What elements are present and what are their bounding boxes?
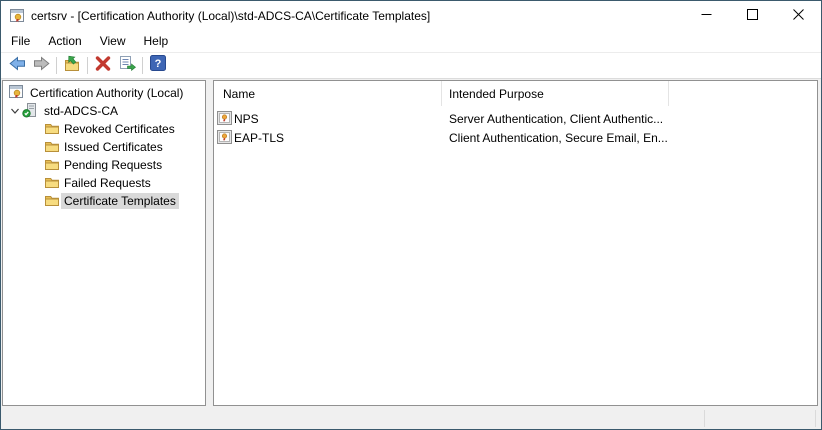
certsrv-icon bbox=[8, 84, 24, 103]
tree-item-label: Issued Certificates bbox=[64, 140, 163, 154]
console-tree: Certification Authority (Local) std-ADCS… bbox=[3, 81, 205, 210]
status-bar bbox=[1, 407, 821, 429]
folder-icon bbox=[44, 140, 60, 154]
certificate-template-icon bbox=[217, 130, 232, 144]
template-intended-purpose: Server Authentication, Client Authentic.… bbox=[449, 112, 664, 126]
template-name: EAP-TLS bbox=[234, 131, 285, 145]
results-pane: Name Intended Purpose NPS Server Authent… bbox=[213, 80, 818, 406]
close-icon bbox=[792, 7, 804, 25]
tree-item-revoked-certificates[interactable]: Revoked Certificates bbox=[3, 120, 205, 138]
minimize-icon bbox=[701, 7, 712, 25]
forward-arrow-icon bbox=[33, 55, 50, 76]
menu-bar: File Action View Help bbox=[1, 30, 821, 52]
toolbar: ? bbox=[1, 52, 821, 79]
template-list: NPS Server Authentication, Client Authen… bbox=[214, 106, 817, 147]
tree-item-label: Failed Requests bbox=[64, 176, 151, 190]
certificate-template-icon bbox=[217, 111, 232, 125]
tree-item-std-adcs-ca[interactable]: std-ADCS-CA bbox=[3, 102, 205, 120]
forward-button[interactable] bbox=[29, 55, 53, 77]
ca-server-icon bbox=[22, 102, 38, 121]
column-header-intended-purpose[interactable]: Intended Purpose bbox=[449, 87, 544, 101]
template-intended-purpose: Client Authentication, Secure Email, En.… bbox=[449, 131, 668, 145]
console-tree-pane: Certification Authority (Local) std-ADCS… bbox=[2, 80, 206, 406]
minimize-button[interactable] bbox=[683, 1, 729, 30]
toolbar-separator bbox=[87, 57, 88, 74]
folder-icon bbox=[44, 176, 60, 190]
title-bar[interactable]: certsrv - [Certification Authority (Loca… bbox=[1, 1, 821, 30]
list-item-eap-tls[interactable]: EAP-TLS Client Authentication, Secure Em… bbox=[214, 128, 817, 147]
delete-button[interactable] bbox=[91, 55, 115, 77]
folder-icon bbox=[44, 158, 60, 172]
tree-item-label: Certificate Templates bbox=[61, 193, 179, 209]
tree-item-label: Revoked Certificates bbox=[64, 122, 175, 136]
template-name: NPS bbox=[234, 112, 259, 126]
column-separator[interactable] bbox=[441, 81, 442, 106]
maximize-icon bbox=[746, 7, 758, 25]
content-area: Certification Authority (Local) std-ADCS… bbox=[1, 79, 821, 429]
menu-help[interactable]: Help bbox=[135, 30, 178, 52]
tree-item-issued-certificates[interactable]: Issued Certificates bbox=[3, 138, 205, 156]
certsrv-window: certsrv - [Certification Authority (Loca… bbox=[0, 0, 822, 430]
svg-text:?: ? bbox=[155, 58, 162, 70]
tree-item-label: std-ADCS-CA bbox=[44, 104, 119, 118]
folder-icon bbox=[44, 194, 60, 208]
tree-item-failed-requests[interactable]: Failed Requests bbox=[3, 174, 205, 192]
column-header-name[interactable]: Name bbox=[223, 87, 255, 101]
window-controls bbox=[683, 1, 821, 30]
folder-up-icon bbox=[63, 55, 81, 77]
help-button[interactable]: ? bbox=[146, 55, 170, 77]
back-button[interactable] bbox=[5, 55, 29, 77]
folder-icon bbox=[44, 122, 60, 136]
window-title: certsrv - [Certification Authority (Loca… bbox=[31, 8, 431, 23]
export-list-icon bbox=[119, 55, 136, 76]
up-one-level-button[interactable] bbox=[60, 55, 84, 77]
menu-view[interactable]: View bbox=[91, 30, 135, 52]
export-list-button[interactable] bbox=[115, 55, 139, 77]
status-bar-divider bbox=[815, 410, 816, 427]
list-header: Name Intended Purpose bbox=[214, 81, 817, 106]
tree-item-label: Certification Authority (Local) bbox=[30, 86, 184, 100]
toolbar-separator bbox=[56, 57, 57, 74]
status-bar-divider bbox=[704, 410, 705, 427]
tree-item-label: Pending Requests bbox=[64, 158, 163, 172]
tree-item-certification-authority[interactable]: Certification Authority (Local) bbox=[3, 84, 205, 102]
tree-item-certificate-templates[interactable]: Certificate Templates bbox=[3, 192, 205, 210]
tree-item-pending-requests[interactable]: Pending Requests bbox=[3, 156, 205, 174]
list-item-nps[interactable]: NPS Server Authentication, Client Authen… bbox=[214, 109, 817, 128]
menu-file[interactable]: File bbox=[2, 30, 39, 52]
maximize-button[interactable] bbox=[729, 1, 775, 30]
back-arrow-icon bbox=[8, 55, 26, 76]
column-separator[interactable] bbox=[668, 81, 669, 106]
menu-action[interactable]: Action bbox=[39, 30, 90, 52]
red-x-icon bbox=[95, 55, 111, 76]
close-button[interactable] bbox=[775, 1, 821, 30]
chevron-down-icon[interactable] bbox=[7, 106, 22, 116]
certsrv-icon bbox=[9, 8, 25, 24]
help-icon: ? bbox=[150, 55, 166, 76]
toolbar-separator bbox=[142, 57, 143, 74]
